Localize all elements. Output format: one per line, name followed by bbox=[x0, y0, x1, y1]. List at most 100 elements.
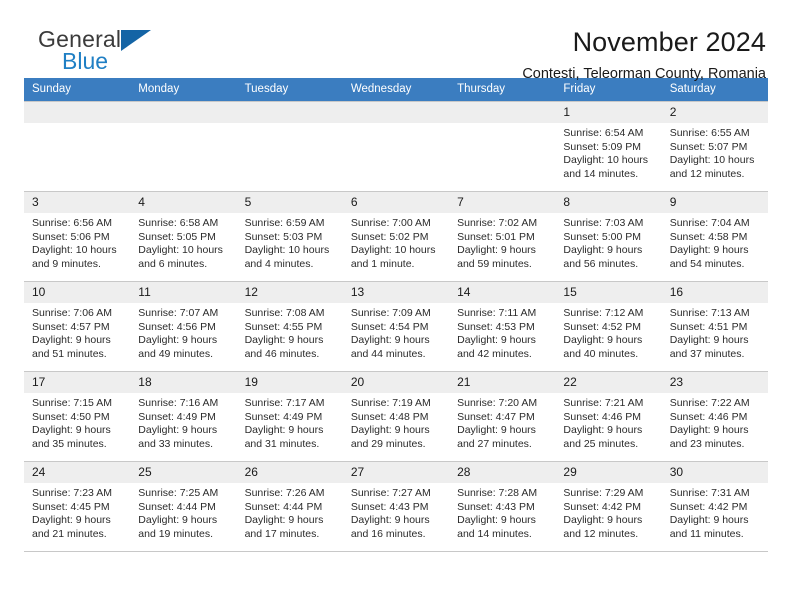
day-cell-inner: 8 Sunrise: 7:03 AM Sunset: 5:00 PM Daylight… bbox=[555, 192, 662, 281]
sunset-text: Sunset: 5:00 PM bbox=[563, 230, 642, 243]
calendar-day-cell[interactable]: 6 Sunrise: 7:00 AM Sunset: 5:02 PM Daylight… bbox=[342, 191, 450, 282]
calendar-day-cell[interactable]: 12 Sunrise: 7:08 AM Sunset: 4:55 PM Dayligh… bbox=[236, 281, 343, 372]
sunset-text: Sunset: 5:09 PM bbox=[563, 140, 642, 153]
daylight-text: Daylight: 9 hours and 59 minutes. bbox=[457, 244, 536, 270]
sunrise-text: Sunrise: 6:55 AM bbox=[669, 127, 750, 139]
sunrise-text: Sunrise: 7:17 AM bbox=[244, 397, 325, 409]
sunrise-text: Sunrise: 7:26 AM bbox=[244, 487, 325, 499]
calendar-day-cell[interactable]: 19 Sunrise: 7:17 AM Sunset: 4:49 PM Dayligh… bbox=[236, 371, 343, 462]
day-cell-inner: 3 Sunrise: 6:56 AM Sunset: 5:06 PM Daylight… bbox=[24, 192, 131, 281]
sunset-text: Sunset: 4:48 PM bbox=[350, 410, 429, 423]
sunset-text: Sunset: 4:45 PM bbox=[32, 500, 110, 513]
daylight-text: Daylight: 9 hours and 29 minutes. bbox=[350, 424, 430, 450]
calendar-day-cell[interactable]: 13 Sunrise: 7:09 AM Sunset: 4:54 PM Dayligh… bbox=[342, 281, 450, 372]
calendar-day-cell[interactable]: 20 Sunrise: 7:19 AM Sunset: 4:48 PM Dayligh… bbox=[342, 371, 450, 462]
daylight-text: Daylight: 9 hours and 19 minutes. bbox=[138, 514, 218, 540]
calendar-day-cell-empty bbox=[236, 101, 343, 192]
daylight-text: Daylight: 10 hours and 1 minute. bbox=[350, 244, 436, 270]
daylight-text: Daylight: 9 hours and 12 minutes. bbox=[563, 514, 643, 540]
day-cell-inner: 20 Sunrise: 7:19 AM Sunset: 4:48 PM Dayligh… bbox=[342, 372, 450, 461]
daylight-text: Daylight: 9 hours and 11 minutes. bbox=[669, 514, 749, 540]
calendar-day-cell[interactable]: 7 Sunrise: 7:02 AM Sunset: 5:01 PM Daylight… bbox=[449, 191, 556, 282]
sunrise-text: Sunrise: 7:00 AM bbox=[350, 217, 431, 229]
sunrise-text: Sunrise: 6:59 AM bbox=[244, 217, 325, 229]
day-sun-info: Sunrise: 7:28 AM Sunset: 4:43 PM Daylight:… bbox=[449, 483, 555, 541]
calendar-day-cell[interactable]: 29 Sunrise: 7:29 AM Sunset: 4:42 PM Dayligh… bbox=[555, 461, 662, 552]
calendar-day-cell[interactable]: 23 Sunrise: 7:22 AM Sunset: 4:46 PM Dayligh… bbox=[661, 371, 768, 462]
calendar-day-cell[interactable]: 16 Sunrise: 7:13 AM Sunset: 4:51 PM Dayligh… bbox=[661, 281, 768, 372]
day-sun-info: Sunrise: 7:03 AM Sunset: 5:00 PM Daylight:… bbox=[555, 213, 661, 271]
day-cell-inner: 27 Sunrise: 7:27 AM Sunset: 4:43 PM Dayligh… bbox=[342, 462, 450, 551]
day-cell-inner: 28 Sunrise: 7:28 AM Sunset: 4:43 PM Dayligh… bbox=[449, 462, 556, 551]
calendar-day-cell[interactable]: 4 Sunrise: 6:58 AM Sunset: 5:05 PM Daylight… bbox=[130, 191, 237, 282]
day-sun-info: Sunrise: 7:21 AM Sunset: 4:46 PM Daylight:… bbox=[555, 393, 661, 451]
sunrise-text: Sunrise: 7:25 AM bbox=[138, 487, 219, 499]
day-cell-inner bbox=[342, 102, 450, 191]
calendar-day-cell[interactable]: 10 Sunrise: 7:06 AM Sunset: 4:57 PM Dayligh… bbox=[24, 281, 131, 372]
day-sun-info: Sunrise: 7:20 AM Sunset: 4:47 PM Daylight:… bbox=[449, 393, 555, 451]
day-sun-info: Sunrise: 7:12 AM Sunset: 4:52 PM Daylight:… bbox=[555, 303, 661, 361]
sunset-text: Sunset: 4:49 PM bbox=[244, 410, 323, 423]
day-number: 1 bbox=[555, 102, 662, 123]
daylight-text: Daylight: 10 hours and 14 minutes. bbox=[563, 154, 649, 180]
day-sun-info: Sunrise: 7:06 AM Sunset: 4:57 PM Daylight:… bbox=[24, 303, 130, 361]
calendar-table: Sunday Monday Tuesday Wednesday Thursday… bbox=[24, 78, 768, 552]
day-cell-inner: 18 Sunrise: 7:16 AM Sunset: 4:49 PM Dayligh… bbox=[130, 372, 237, 461]
sunset-text: Sunset: 4:56 PM bbox=[138, 320, 216, 333]
calendar-day-cell[interactable]: 15 Sunrise: 7:12 AM Sunset: 4:52 PM Dayligh… bbox=[555, 281, 662, 372]
day-cell-inner: 10 Sunrise: 7:06 AM Sunset: 4:57 PM Dayligh… bbox=[24, 282, 131, 371]
day-number bbox=[449, 102, 556, 123]
calendar-day-cell[interactable]: 25 Sunrise: 7:25 AM Sunset: 4:44 PM Dayligh… bbox=[130, 461, 237, 552]
day-sun-info: Sunrise: 7:29 AM Sunset: 4:42 PM Daylight:… bbox=[555, 483, 661, 541]
calendar-day-cell[interactable]: 5 Sunrise: 6:59 AM Sunset: 5:03 PM Daylight… bbox=[236, 191, 343, 282]
day-sun-info: Sunrise: 6:59 AM Sunset: 5:03 PM Daylight:… bbox=[237, 213, 343, 271]
sunrise-text: Sunrise: 7:09 AM bbox=[350, 307, 431, 319]
calendar-day-cell[interactable]: 1 Sunrise: 6:54 AM Sunset: 5:09 PM Daylight… bbox=[555, 101, 662, 192]
daylight-text: Daylight: 10 hours and 12 minutes. bbox=[669, 154, 755, 180]
calendar-day-cell[interactable]: 17 Sunrise: 7:15 AM Sunset: 4:50 PM Dayligh… bbox=[24, 371, 131, 462]
sunrise-text: Sunrise: 7:13 AM bbox=[669, 307, 750, 319]
day-number: 5 bbox=[236, 192, 343, 213]
day-number: 16 bbox=[661, 282, 768, 303]
day-number: 23 bbox=[661, 372, 768, 393]
day-number: 29 bbox=[555, 462, 662, 483]
calendar-day-cell-empty bbox=[24, 101, 131, 192]
sunrise-text: Sunrise: 6:56 AM bbox=[32, 217, 112, 229]
calendar-day-cell[interactable]: 22 Sunrise: 7:21 AM Sunset: 4:46 PM Dayligh… bbox=[555, 371, 662, 462]
daylight-text: Daylight: 9 hours and 54 minutes. bbox=[669, 244, 749, 270]
day-number: 30 bbox=[661, 462, 768, 483]
weekday-header-wednesday: Wednesday bbox=[342, 78, 450, 102]
calendar-day-cell[interactable]: 28 Sunrise: 7:28 AM Sunset: 4:43 PM Dayligh… bbox=[449, 461, 556, 552]
sunrise-text: Sunrise: 7:06 AM bbox=[32, 307, 112, 319]
day-cell-inner: 29 Sunrise: 7:29 AM Sunset: 4:42 PM Dayligh… bbox=[555, 462, 662, 551]
calendar-day-cell[interactable]: 2 Sunrise: 6:55 AM Sunset: 5:07 PM Daylight… bbox=[661, 101, 768, 192]
calendar-day-cell[interactable]: 21 Sunrise: 7:20 AM Sunset: 4:47 PM Dayligh… bbox=[449, 371, 556, 462]
day-number: 15 bbox=[555, 282, 662, 303]
sunset-text: Sunset: 4:43 PM bbox=[350, 500, 429, 513]
sunset-text: Sunset: 4:47 PM bbox=[457, 410, 535, 423]
calendar-day-cell[interactable]: 24 Sunrise: 7:23 AM Sunset: 4:45 PM Dayligh… bbox=[24, 461, 131, 552]
calendar-day-cell[interactable]: 30 Sunrise: 7:31 AM Sunset: 4:42 PM Dayligh… bbox=[661, 461, 768, 552]
calendar-day-cell[interactable]: 11 Sunrise: 7:07 AM Sunset: 4:56 PM Dayligh… bbox=[130, 281, 237, 372]
day-sun-info: Sunrise: 6:55 AM Sunset: 5:07 PM Daylight:… bbox=[662, 123, 768, 181]
day-number: 24 bbox=[24, 462, 131, 483]
day-number: 7 bbox=[449, 192, 556, 213]
sunset-text: Sunset: 4:44 PM bbox=[244, 500, 323, 513]
calendar-body: 1 Sunrise: 6:54 AM Sunset: 5:09 PM Daylight… bbox=[24, 101, 768, 552]
calendar-day-cell[interactable]: 3 Sunrise: 6:56 AM Sunset: 5:06 PM Daylight… bbox=[24, 191, 131, 282]
sunrise-text: Sunrise: 7:21 AM bbox=[563, 397, 644, 409]
calendar-day-cell[interactable]: 26 Sunrise: 7:26 AM Sunset: 4:44 PM Dayligh… bbox=[236, 461, 343, 552]
sunset-text: Sunset: 4:50 PM bbox=[32, 410, 110, 423]
daylight-text: Daylight: 9 hours and 42 minutes. bbox=[457, 334, 536, 360]
sunrise-text: Sunrise: 7:07 AM bbox=[138, 307, 219, 319]
calendar-day-cell[interactable]: 18 Sunrise: 7:16 AM Sunset: 4:49 PM Dayligh… bbox=[130, 371, 237, 462]
day-sun-info: Sunrise: 7:07 AM Sunset: 4:56 PM Daylight:… bbox=[130, 303, 236, 361]
calendar-day-cell[interactable]: 14 Sunrise: 7:11 AM Sunset: 4:53 PM Dayligh… bbox=[449, 281, 556, 372]
sunrise-text: Sunrise: 7:15 AM bbox=[32, 397, 112, 409]
calendar-day-cell[interactable]: 8 Sunrise: 7:03 AM Sunset: 5:00 PM Daylight… bbox=[555, 191, 662, 282]
calendar-day-cell-empty bbox=[130, 101, 237, 192]
brand-logo[interactable]: General Blue bbox=[24, 26, 224, 82]
daylight-text: Daylight: 10 hours and 9 minutes. bbox=[32, 244, 117, 270]
calendar-day-cell[interactable]: 9 Sunrise: 7:04 AM Sunset: 4:58 PM Daylight… bbox=[661, 191, 768, 282]
calendar-day-cell[interactable]: 27 Sunrise: 7:27 AM Sunset: 4:43 PM Dayligh… bbox=[342, 461, 450, 552]
